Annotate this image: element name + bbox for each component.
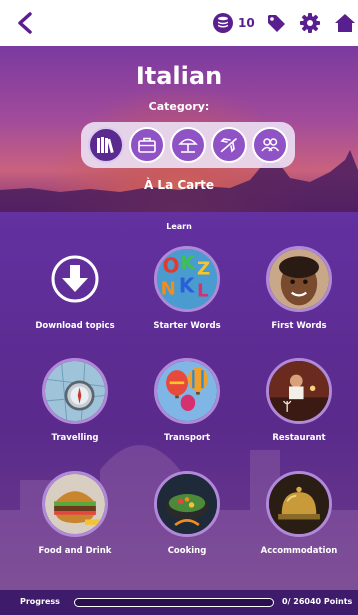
burger-photo — [42, 471, 108, 537]
coin-count: 10 — [238, 16, 255, 30]
category-label: Category: — [148, 100, 210, 113]
svg-text:K: K — [181, 253, 196, 274]
tile-label: Food and Drink — [38, 546, 112, 556]
tile-cooking[interactable]: Cooking — [132, 471, 242, 556]
top-bar: 10 — [0, 0, 358, 46]
svg-text:O: O — [162, 254, 179, 278]
letters-photo: O K Z N K L — [154, 246, 220, 312]
language-header: Italian Category: À La Carte — [0, 46, 358, 212]
tile-restaurant[interactable]: Restaurant — [244, 358, 354, 443]
learn-section: Learn Download topics O K Z N K L Starte… — [0, 212, 358, 590]
back-arrow-icon — [18, 12, 32, 34]
letters-image: O K Z N K L — [157, 249, 217, 309]
svg-text:N: N — [161, 278, 176, 299]
current-category: À La Carte — [143, 178, 215, 192]
coin-stack-icon — [213, 13, 233, 33]
download-icon — [51, 255, 99, 303]
books-icon — [96, 137, 114, 154]
tile-download-topics[interactable]: Download topics — [20, 246, 130, 331]
wok-image — [157, 474, 217, 534]
tile-label: Starter Words — [153, 321, 221, 331]
tile-starter-words[interactable]: O K Z N K L Starter Words — [132, 246, 242, 331]
wok-photo — [154, 471, 220, 537]
tag-button[interactable] — [263, 10, 289, 36]
burger-image — [45, 474, 105, 534]
restaurant-image — [269, 361, 329, 421]
tile-label: Cooking — [167, 546, 207, 556]
progress-track — [74, 598, 274, 607]
compass-image — [45, 361, 105, 421]
briefcase-icon — [137, 137, 156, 153]
home-button[interactable] — [332, 10, 358, 36]
restaurant-photo — [266, 358, 332, 424]
category-selector — [81, 122, 295, 168]
balloons-photo — [154, 358, 220, 424]
tile-label: Accommodation — [260, 546, 338, 556]
tile-first-words[interactable]: First Words — [244, 246, 354, 331]
tile-label: First Words — [271, 321, 327, 331]
tile-label: Transport — [163, 433, 211, 443]
svg-text:Z: Z — [197, 258, 210, 279]
progress-label: Progress — [20, 597, 60, 606]
bell-image — [269, 474, 329, 534]
learn-title: Learn — [166, 222, 192, 231]
gear-icon — [300, 13, 320, 33]
progress-footer: Progress 0/ 26040 Points — [0, 590, 358, 615]
compass-map-photo — [42, 358, 108, 424]
tile-accommodation[interactable]: Accommodation — [244, 471, 354, 556]
tile-label: Travelling — [51, 433, 99, 443]
tile-label: Download topics — [35, 321, 115, 331]
beach-umbrella-icon — [178, 138, 198, 153]
coin-balance[interactable]: 10 — [212, 12, 255, 34]
tile-transport[interactable]: Transport — [132, 358, 242, 443]
category-button-people[interactable] — [252, 127, 289, 163]
home-icon — [335, 14, 355, 32]
category-button-travel[interactable] — [211, 127, 248, 163]
child-photo — [266, 246, 332, 312]
language-title: Italian — [135, 62, 223, 90]
tile-food-and-drink[interactable]: Food and Drink — [20, 471, 130, 556]
svg-text:L: L — [197, 280, 209, 301]
category-button-business[interactable] — [128, 127, 165, 163]
category-button-books[interactable] — [87, 127, 124, 163]
progress-points: 0/ 26040 Points — [282, 597, 353, 606]
tile-label: Restaurant — [272, 433, 326, 443]
bell-photo — [266, 471, 332, 537]
tag-icon — [268, 15, 285, 32]
svg-text:K: K — [179, 274, 196, 298]
child-image — [269, 249, 329, 309]
balloons-image — [157, 361, 217, 421]
category-button-holiday[interactable] — [169, 127, 206, 163]
settings-button[interactable] — [297, 10, 323, 36]
airplane-icon — [220, 138, 237, 153]
back-button[interactable] — [10, 8, 40, 38]
tile-travelling[interactable]: Travelling — [20, 358, 130, 443]
download-circle — [42, 246, 108, 312]
people-icon — [261, 138, 280, 152]
